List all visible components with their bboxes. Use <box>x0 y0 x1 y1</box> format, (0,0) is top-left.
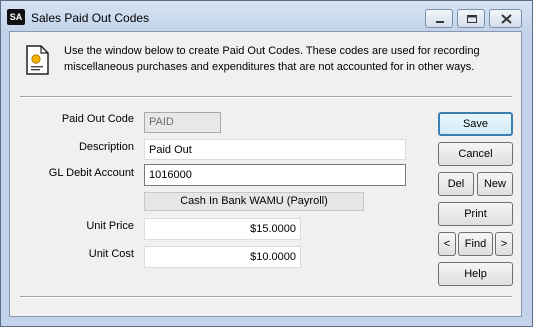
sales-paid-out-codes-window: SA Sales Paid Out Codes Use the window b… <box>0 0 533 327</box>
unit-cost-field[interactable]: $10.0000 <box>144 246 301 268</box>
find-button[interactable]: Find <box>458 232 493 256</box>
next-button[interactable]: > <box>495 232 513 256</box>
client-area: Use the window below to create Paid Out … <box>9 31 522 317</box>
close-button[interactable] <box>489 9 522 28</box>
gl-debit-account-field[interactable]: 1016000 <box>144 164 406 186</box>
close-icon <box>501 14 512 24</box>
print-button[interactable]: Print <box>438 202 513 226</box>
paid-out-code-label: Paid Out Code <box>61 113 134 125</box>
app-icon: SA <box>7 9 25 25</box>
bottom-divider <box>20 296 512 298</box>
delete-button[interactable]: Del <box>438 172 474 196</box>
gl-account-name: Cash In Bank WAMU (Payroll) <box>144 192 364 211</box>
minimize-button[interactable] <box>425 9 453 28</box>
document-info-icon <box>26 45 49 75</box>
description-label: Description <box>78 141 134 153</box>
cancel-button[interactable]: Cancel <box>438 142 513 166</box>
window-title: Sales Paid Out Codes <box>31 11 150 25</box>
top-divider <box>20 96 512 98</box>
save-button[interactable]: Save <box>438 112 513 136</box>
new-button[interactable]: New <box>477 172 513 196</box>
minimize-icon <box>436 21 444 23</box>
previous-button[interactable]: < <box>438 232 456 256</box>
description-field[interactable]: Paid Out <box>144 139 406 160</box>
unit-price-label: Unit Price <box>86 220 134 232</box>
paid-out-code-field: PAID <box>144 112 221 133</box>
unit-cost-label: Unit Cost <box>88 248 134 260</box>
titlebar[interactable]: SA Sales Paid Out Codes <box>1 1 532 31</box>
maximize-icon <box>467 15 477 23</box>
gl-debit-account-label: GL Debit Account <box>48 167 134 179</box>
info-description: Use the window below to create Paid Out … <box>64 45 480 73</box>
help-button[interactable]: Help <box>438 262 513 286</box>
maximize-button[interactable] <box>457 9 485 28</box>
unit-price-field[interactable]: $15.0000 <box>144 218 301 240</box>
